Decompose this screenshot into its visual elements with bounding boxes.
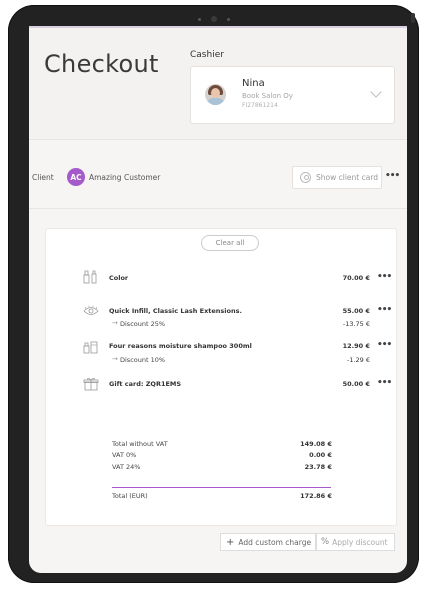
total-divider [112,487,331,488]
add-custom-charge-button[interactable]: + Add custom charge [220,533,316,551]
cashier-label: Cashier [190,50,224,60]
client-label: Client [32,173,54,182]
grand-total-value: 172.86 € [300,492,332,500]
client-row: Client AC Amazing Customer Show client c… [29,140,407,209]
cashier-name: Nina [242,78,265,89]
show-client-card-label: Show client card [316,173,379,182]
cart-item-price: 55.00 € [342,307,370,315]
cart-item-name: Gift card: ZQR1EMS [109,380,182,388]
client-name: Amazing Customer [89,173,161,182]
percent-icon: % [321,537,330,547]
gift-icon [83,377,99,391]
camera [8,16,419,22]
apply-discount-button[interactable]: % Apply discount [316,533,395,551]
plus-icon: + [226,536,235,548]
cashier-select[interactable]: Nina Book Salon Oy FI27861214 [190,66,395,124]
discount-amount: -13.75 € [342,320,370,328]
cart-item-more-button[interactable]: ••• [377,272,392,282]
checkout-header: Checkout Cashier Nina Book Salon Oy FI27… [29,28,407,140]
grand-total-label: Total (EUR) [112,492,148,500]
cart-item-price: 70.00 € [342,274,370,282]
cart-item-name: Color [109,274,129,282]
discount-arrow-icon: → [112,319,118,327]
cart-item-more-button[interactable]: ••• [377,340,392,350]
client-more-button[interactable]: ••• [385,171,400,181]
discount-arrow-icon: → [112,355,118,363]
vat-24-value: 23.78 € [304,463,332,471]
cashier-business-id: FI27861214 [242,102,278,109]
show-client-card-button[interactable]: Show client card [292,166,382,189]
add-custom-charge-label: Add custom charge [238,537,312,547]
total-without-vat-value: 149.08 € [300,440,332,448]
discount-label: Discount 25% [120,320,166,328]
clear-all-button[interactable]: Clear all [201,235,259,251]
vat-0-value: 0.00 € [309,451,332,459]
vat-24-label: VAT 24% [112,463,141,471]
cashier-company: Book Salon Oy [242,92,293,100]
products-icon [83,341,98,354]
page-title: Checkout [44,50,159,78]
eye-icon [83,305,99,315]
chevron-down-icon [370,86,382,98]
cashier-avatar [205,84,226,105]
total-without-vat-label: Total without VAT [112,440,168,448]
client-avatar: AC [67,168,85,186]
cart-item-price: 50.00 € [342,380,370,388]
user-circle-icon [300,172,311,183]
checkout-screen: Checkout Cashier Nina Book Salon Oy FI27… [29,26,407,573]
cart-item-more-button[interactable]: ••• [377,305,392,315]
cart-item-name: Four reasons moisture shampoo 300ml [109,342,252,350]
cart-item-price: 12.90 € [342,342,370,350]
cart-panel: Clear all Color 70.00 € ••• Quick Infill… [45,228,397,526]
discount-amount: -1.29 € [346,356,370,364]
apply-discount-label: Apply discount [332,537,388,547]
cart-item-name: Quick Infill, Classic Lash Extensions. [109,307,242,315]
discount-label: Discount 10% [120,356,166,364]
cart-item-more-button[interactable]: ••• [377,378,392,388]
vat-0-label: VAT 0% [112,451,137,459]
cosmetics-icon [83,270,97,284]
